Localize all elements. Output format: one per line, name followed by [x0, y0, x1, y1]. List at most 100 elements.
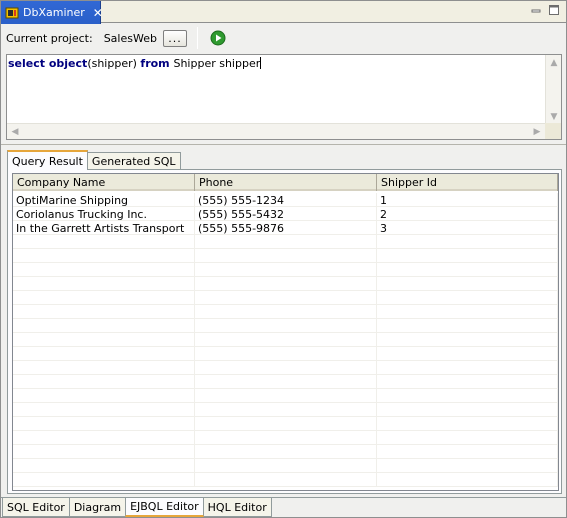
- tab-label: EJBQL Editor: [130, 500, 199, 513]
- close-icon[interactable]: ✕: [93, 7, 103, 19]
- editor-tabs: SQL Editor Diagram EJBQL Editor HQL Edit…: [1, 497, 566, 517]
- tab-query-result[interactable]: Query Result: [7, 150, 88, 170]
- scroll-up-icon[interactable]: ▲: [546, 55, 562, 71]
- table-row[interactable]: In the Garrett Artists Transport (555) 55…: [13, 221, 558, 235]
- table-row[interactable]: [13, 473, 558, 487]
- minimize-icon[interactable]: [530, 4, 542, 16]
- query-editor[interactable]: select object(shipper) from Shipper ship…: [6, 54, 562, 140]
- table-cell: [377, 263, 558, 277]
- table-cell: [13, 473, 195, 487]
- table-row[interactable]: [13, 263, 558, 277]
- column-header-company-name[interactable]: Company Name: [13, 174, 195, 191]
- table-cell: [377, 347, 558, 361]
- table-cell: [377, 459, 558, 473]
- tab-label: Diagram: [73, 500, 122, 514]
- table-row[interactable]: Coriolanus Trucking Inc. (555) 555-5432 2: [13, 207, 558, 221]
- table-cell: [13, 459, 195, 473]
- table-cell: [13, 403, 195, 417]
- table-cell: [377, 305, 558, 319]
- table-cell: [377, 249, 558, 263]
- table-row[interactable]: [13, 249, 558, 263]
- table-cell: [13, 305, 195, 319]
- table-cell: [13, 277, 195, 291]
- table-cell: OptiMarine Shipping: [13, 193, 195, 207]
- table-row[interactable]: [13, 277, 558, 291]
- table-cell: [195, 333, 377, 347]
- tab-ejbql-editor[interactable]: EJBQL Editor: [125, 498, 204, 517]
- table-cell: [195, 417, 377, 431]
- splitter[interactable]: [1, 144, 566, 148]
- table-cell: [13, 347, 195, 361]
- table-row[interactable]: [13, 417, 558, 431]
- view-tab-strip: DbXaminer ✕: [1, 1, 566, 24]
- result-tabs: Query Result Generated SQL: [7, 150, 181, 170]
- table-cell: [13, 431, 195, 445]
- dbxaminer-view: DbXaminer ✕ Current project: SalesWeb ..…: [0, 0, 567, 518]
- table-row[interactable]: [13, 347, 558, 361]
- table-row[interactable]: [13, 445, 558, 459]
- table-cell: [377, 417, 558, 431]
- table-cell: [195, 305, 377, 319]
- table-cell: 1: [377, 193, 558, 207]
- table-row[interactable]: [13, 333, 558, 347]
- column-header-shipper-id[interactable]: Shipper Id: [377, 174, 558, 191]
- tab-sql-editor[interactable]: SQL Editor: [2, 498, 70, 517]
- table-row[interactable]: OptiMarine Shipping (555) 555-1234 1: [13, 193, 558, 207]
- scroll-right-icon[interactable]: ▶: [529, 124, 545, 140]
- run-icon[interactable]: [210, 30, 226, 46]
- table-row[interactable]: [13, 305, 558, 319]
- query-text[interactable]: select object(shipper) from Shipper ship…: [8, 57, 262, 70]
- view-title: DbXaminer: [23, 6, 85, 19]
- table-cell: [195, 277, 377, 291]
- table-cell: [195, 319, 377, 333]
- table-row[interactable]: [13, 319, 558, 333]
- table-cell: [13, 333, 195, 347]
- table-row[interactable]: [13, 459, 558, 473]
- table-cell: [195, 347, 377, 361]
- table-row[interactable]: [13, 431, 558, 445]
- horizontal-scrollbar[interactable]: ◀ ▶: [7, 123, 545, 139]
- table-cell: [195, 375, 377, 389]
- table-cell: [195, 249, 377, 263]
- result-panel: Company Name Phone Shipper Id OptiMarine…: [7, 169, 562, 494]
- table-cell: [195, 389, 377, 403]
- tab-hql-editor[interactable]: HQL Editor: [202, 498, 272, 517]
- table-row[interactable]: [13, 375, 558, 389]
- toolbar-separator: [196, 27, 198, 49]
- table-cell: 2: [377, 207, 558, 221]
- table-cell: [13, 375, 195, 389]
- table-cell: (555) 555-5432: [195, 207, 377, 221]
- tab-label: SQL Editor: [7, 500, 65, 514]
- database-icon: [5, 6, 19, 20]
- window-buttons: [530, 4, 560, 16]
- table-row[interactable]: [13, 389, 558, 403]
- tab-label: Query Result: [12, 154, 83, 168]
- table-cell: Coriolanus Trucking Inc.: [13, 207, 195, 221]
- tab-generated-sql[interactable]: Generated SQL: [86, 152, 181, 170]
- tab-diagram[interactable]: Diagram: [68, 498, 127, 517]
- toolbar: Current project: SalesWeb ...: [1, 23, 566, 53]
- maximize-icon[interactable]: [548, 4, 560, 16]
- view-tab-dbxaminer[interactable]: DbXaminer ✕: [1, 1, 103, 24]
- table-row[interactable]: [13, 403, 558, 417]
- vertical-scrollbar[interactable]: ▲ ▼: [545, 55, 561, 125]
- scrollbar-corner: [545, 123, 561, 139]
- table-cell: [13, 249, 195, 263]
- table-cell: [195, 431, 377, 445]
- table-row[interactable]: [13, 291, 558, 305]
- scroll-left-icon[interactable]: ◀: [7, 124, 23, 140]
- result-table[interactable]: Company Name Phone Shipper Id OptiMarine…: [12, 173, 559, 491]
- table-cell: [377, 473, 558, 487]
- table-cell: (555) 555-1234: [195, 193, 377, 207]
- table-row[interactable]: [13, 361, 558, 375]
- text-caret: [260, 57, 262, 69]
- table-cell: [195, 291, 377, 305]
- table-cell: [377, 445, 558, 459]
- browse-project-button[interactable]: ...: [162, 29, 187, 47]
- tab-label: HQL Editor: [207, 500, 267, 514]
- column-header-phone[interactable]: Phone: [195, 174, 377, 191]
- table-cell: [195, 459, 377, 473]
- table-cell: [13, 235, 195, 249]
- table-row[interactable]: [13, 235, 558, 249]
- table-cell: [377, 389, 558, 403]
